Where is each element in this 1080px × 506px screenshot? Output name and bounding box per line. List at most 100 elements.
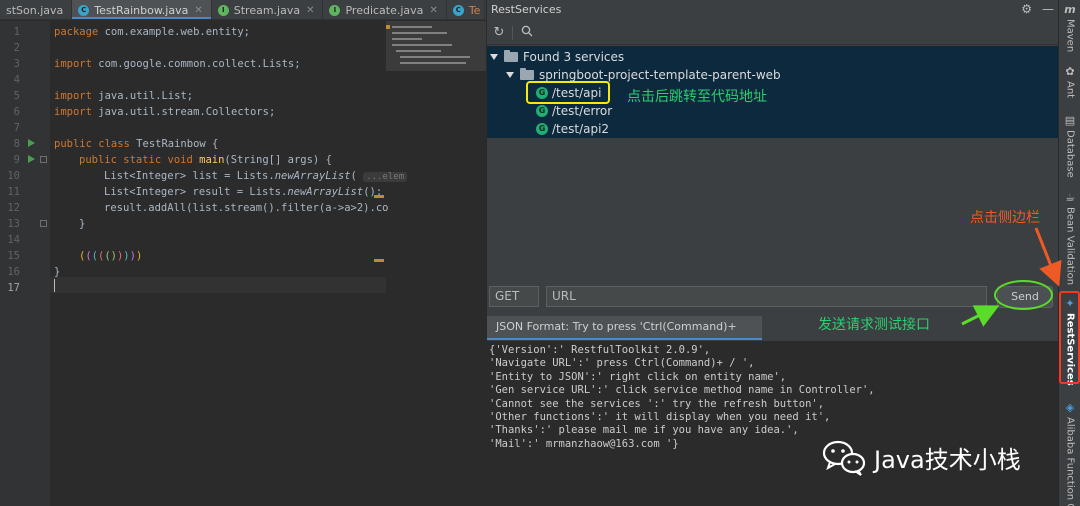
tab-testrainbow[interactable]: C TestRainbow.java ✕ — [72, 0, 212, 19]
text-caret — [54, 279, 55, 292]
request-bar: GET URL Send — [487, 285, 1059, 310]
json-header: JSON Format: Try to press 'Ctrl(Command)… — [487, 316, 1059, 355]
panel-title: RestServices — [491, 3, 562, 16]
code-line: package com.example.web.entity; — [54, 26, 250, 38]
get-method-icon: G — [536, 123, 548, 135]
line-number: 14 — [7, 234, 20, 246]
annotation-send: 发送请求测试接口 — [818, 317, 930, 333]
fold-icon[interactable] — [40, 156, 47, 163]
tab-label: Predicate.java — [345, 3, 424, 17]
code-line-rainbow-brackets: ((((())))) — [79, 250, 143, 262]
close-icon[interactable]: ✕ — [194, 5, 202, 16]
json-line: 'Entity to JSON':' right click on entity… — [489, 370, 787, 383]
code-line: List<Integer> result = Lists.newArrayLis… — [104, 186, 383, 198]
warning-marker — [374, 259, 384, 262]
panel-title-actions: ⚙ — — [1021, 2, 1054, 16]
highlight-box-endpoint — [526, 81, 610, 104]
close-icon[interactable]: ✕ — [306, 5, 314, 16]
database-icon: ▤ — [1064, 114, 1076, 127]
code-line: List<Integer> list = Lists.newArrayList(… — [104, 168, 408, 184]
line-number: 1 — [13, 26, 20, 38]
alibaba-icon: ◈ — [1065, 401, 1075, 414]
ant-icon: ✿ — [1065, 65, 1075, 78]
fold-icon[interactable] — [40, 220, 47, 227]
code-line: } — [54, 266, 61, 278]
tree-endpoint-test-api2[interactable]: G /test/api2 — [536, 120, 609, 138]
wechat-logo-icon — [822, 438, 866, 476]
tab-json-format[interactable]: JSON Format: Try to press 'Ctrl(Command)… — [487, 316, 762, 355]
tree-root[interactable]: Found 3 services — [490, 48, 624, 66]
tab-predicate[interactable]: I Predicate.java ✕ — [323, 0, 447, 19]
refresh-icon[interactable]: ↻ — [491, 25, 507, 41]
watermark: Java技术小栈 — [822, 438, 1021, 476]
maven-icon: m — [1064, 3, 1076, 16]
tab-label: TestRainbow.java — [94, 3, 189, 17]
java-class-icon: C — [452, 4, 464, 16]
code-area[interactable]: package com.example.web.entity; import c… — [54, 21, 486, 506]
line-number: 12 — [7, 202, 20, 214]
line-number: 13 — [7, 218, 20, 230]
watermark-text: Java技术小栈 — [874, 445, 1021, 474]
line-number: 15 — [7, 250, 20, 262]
sidebar-item-label: Bean Validation — [1064, 207, 1076, 286]
line-number-current: 17 — [7, 282, 20, 294]
json-line: 'Cannot see the services ':' try the ref… — [489, 397, 825, 410]
url-input[interactable]: URL — [546, 286, 987, 307]
sidebar-item-alibaba[interactable]: ◈ Alibaba Function Ca — [1059, 402, 1080, 506]
code-line: public static void main(String[] args) { — [79, 154, 332, 166]
tab-testson[interactable]: stSon.java — [0, 0, 73, 19]
line-number: 4 — [13, 74, 20, 86]
rest-services-panel: RestServices ⚙ — ↻ Found 3 services spri… — [486, 0, 1059, 506]
tab-label: stSon.java — [6, 3, 64, 17]
run-class-icon[interactable] — [28, 139, 35, 147]
line-number: 3 — [13, 58, 20, 70]
toolbar-separator — [512, 26, 513, 40]
line-number: 2 — [13, 42, 20, 54]
expand-triangle-icon[interactable] — [490, 54, 498, 60]
line-number: 9 — [13, 154, 20, 166]
highlight-ring-send — [994, 280, 1053, 310]
sidebar-item-maven[interactable]: m Maven — [1059, 3, 1080, 53]
code-minimap[interactable] — [386, 21, 486, 71]
run-main-icon[interactable] — [28, 155, 35, 163]
json-line: 'Other functions':' it will display when… — [489, 410, 831, 423]
sidebar-item-label: Ant — [1064, 81, 1076, 99]
code-line: import java.util.List; — [54, 90, 194, 102]
sidebar-item-bean-validation[interactable]: ☕ Bean Validation — [1059, 192, 1080, 286]
java-class-icon: C — [78, 4, 90, 16]
tab-stream[interactable]: I Stream.java ✕ — [212, 0, 324, 19]
panel-toolbar: ↻ — [487, 21, 1059, 45]
line-number: 10 — [7, 170, 20, 182]
line-number: 8 — [13, 138, 20, 150]
close-icon[interactable]: ✕ — [429, 5, 437, 16]
endpoint-label: /test/api2 — [552, 122, 610, 136]
http-method-field[interactable]: GET — [489, 286, 539, 307]
gear-icon[interactable]: ⚙ — [1021, 2, 1032, 16]
code-editor[interactable]: stSon.java C TestRainbow.java ✕ I Stream… — [0, 0, 486, 506]
json-line: 'Gen service URL':' click service method… — [489, 384, 875, 397]
get-method-icon: G — [536, 105, 548, 117]
sidebar-item-database[interactable]: ▤ Database — [1059, 115, 1080, 178]
search-icon[interactable] — [519, 25, 535, 41]
json-line: {'Version':' RestfulToolkit 2.0.9', — [489, 344, 711, 356]
sidebar-item-ant[interactable]: ✿ Ant — [1059, 65, 1080, 99]
tree-root-label: Found 3 services — [523, 50, 625, 64]
line-number: 5 — [13, 90, 20, 102]
folder-icon — [504, 50, 518, 62]
warning-marker — [374, 195, 384, 198]
annotation-jump: 点击后跳转至代码地址 — [627, 89, 767, 105]
code-line: } — [79, 218, 86, 230]
tab-te[interactable]: C Te — [447, 0, 486, 19]
code-line: result.addAll(list.stream().filter(a->a>… — [104, 202, 389, 214]
line-number: 7 — [13, 122, 20, 134]
code-line: import com.google.common.collect.Lists; — [54, 58, 301, 70]
highlight-box-sidebar — [1059, 291, 1080, 384]
line-number: 6 — [13, 106, 20, 118]
java-interface-icon: I — [329, 4, 341, 16]
minimize-icon[interactable]: — — [1042, 2, 1054, 16]
json-response-area[interactable]: {'Version':' RestfulToolkit 2.0.9', 'Nav… — [487, 341, 1059, 506]
json-line: 'Navigate URL':' press Ctrl(Command)+ / … — [489, 357, 755, 370]
tree-endpoint-test-error[interactable]: G /test/error — [536, 102, 612, 120]
tab-label: Te — [468, 3, 481, 17]
expand-triangle-icon[interactable] — [506, 72, 514, 78]
